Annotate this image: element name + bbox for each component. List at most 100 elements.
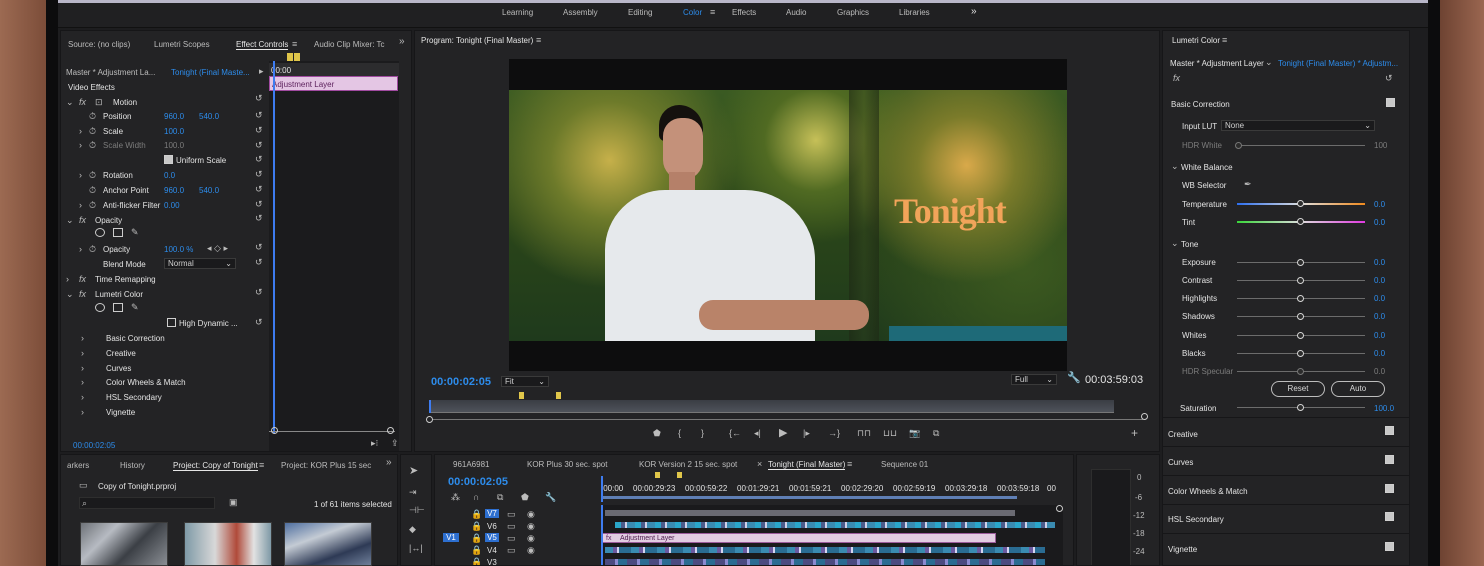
whites-value[interactable]: 0.0 — [1374, 331, 1385, 340]
work-area-bar[interactable] — [601, 496, 1017, 499]
ripple-edit-tool-icon[interactable]: ⊣⊢ — [409, 506, 425, 515]
sub-creative[interactable]: Creative — [106, 349, 136, 358]
track-v6[interactable]: V6 — [487, 522, 497, 531]
highlights-slider[interactable] — [1237, 295, 1365, 302]
go-to-out-icon[interactable]: →} — [828, 429, 840, 438]
workspace-tab-effects[interactable]: Effects — [732, 8, 756, 17]
source-patch-v1[interactable]: V1 — [443, 533, 459, 542]
lift-icon[interactable]: ⊓⊓ — [857, 429, 871, 438]
project-thumbnail[interactable] — [284, 522, 372, 566]
go-to-in-icon[interactable]: {← — [729, 429, 741, 438]
reset-button[interactable]: Reset — [1271, 381, 1325, 397]
mini-scrollbar[interactable] — [269, 431, 395, 432]
step-back-icon[interactable]: ◂| — [754, 429, 761, 438]
sub-curves[interactable]: Curves — [106, 364, 131, 373]
chevron-right-icon[interactable]: › — [66, 275, 69, 284]
nest-icon[interactable]: ⁂ — [451, 493, 460, 502]
menu-icon[interactable]: ≡ — [1222, 36, 1227, 45]
lock-icon[interactable]: 🔒 — [471, 510, 482, 519]
scroll-handle-left[interactable] — [426, 416, 433, 423]
close-icon[interactable]: × — [757, 460, 762, 469]
tab-project-kor[interactable]: Project: KOR Plus 15 sec — [281, 461, 371, 470]
slider-knob[interactable] — [1297, 313, 1304, 320]
slider-knob[interactable] — [1297, 368, 1304, 375]
chevron-right-icon[interactable]: › — [81, 378, 84, 387]
tab-tonight-final-master[interactable]: Tonight (Final Master) — [768, 460, 846, 470]
reset-icon[interactable]: ↺ — [255, 111, 263, 120]
position-x-value[interactable]: 960.0 — [164, 112, 184, 121]
chevron-right-icon[interactable]: › — [79, 201, 82, 210]
chevron-right-icon[interactable]: › — [79, 171, 82, 180]
reset-icon[interactable]: ↺ — [255, 288, 263, 297]
lock-icon[interactable]: 🔒 — [471, 534, 482, 543]
play-icon[interactable]: ▶ — [779, 428, 787, 439]
program-timecode[interactable]: 00:00:02:05 — [431, 376, 491, 388]
basic-correction-checkbox[interactable] — [1386, 98, 1395, 107]
workspace-tab-assembly[interactable]: Assembly — [563, 8, 598, 17]
reset-icon[interactable]: ↺ — [255, 141, 263, 150]
temperature-value[interactable]: 0.0 — [1374, 200, 1385, 209]
stopwatch-active-icon[interactable]: ⏱ — [89, 245, 96, 254]
scroll-handle-right[interactable] — [387, 427, 394, 434]
reset-icon[interactable]: ↺ — [255, 126, 263, 135]
toggle-sync-icon[interactable]: ▭ — [507, 534, 516, 543]
workspace-tab-editing[interactable]: Editing — [628, 8, 652, 17]
toggle-sync-icon[interactable]: ▭ — [507, 510, 516, 519]
stopwatch-icon[interactable]: ⏱ — [89, 186, 96, 195]
in-marker-icon[interactable] — [519, 392, 524, 399]
chevron-down-icon[interactable]: ⌄ — [66, 98, 74, 107]
chevron-down-icon[interactable]: ⌄ — [1171, 239, 1179, 248]
track-select-tool-icon[interactable]: ⇥ — [409, 488, 417, 497]
slider-knob[interactable] — [1297, 332, 1304, 339]
slider-knob[interactable] — [1297, 404, 1304, 411]
clip-v6[interactable] — [615, 522, 1055, 528]
pen-mask-icon[interactable]: ✎ — [131, 303, 139, 312]
anchor-y-value[interactable]: 540.0 — [199, 186, 219, 195]
white-balance-heading[interactable]: White Balance — [1181, 163, 1233, 172]
sub-vignette[interactable]: Vignette — [106, 408, 135, 417]
project-search-input[interactable]: ⌕ — [79, 497, 215, 509]
tab-source[interactable]: Source: (no clips) — [68, 40, 130, 49]
slider-knob[interactable] — [1297, 295, 1304, 302]
stopwatch-icon[interactable]: ⏱ — [89, 127, 96, 136]
blend-mode-dropdown[interactable]: Normal ⌄ — [164, 258, 236, 269]
section-creative[interactable]: Creative — [1163, 417, 1409, 445]
scroll-handle[interactable] — [1056, 505, 1063, 512]
chevron-right-icon[interactable]: › — [81, 334, 84, 343]
highlights-value[interactable]: 0.0 — [1374, 294, 1385, 303]
menu-icon[interactable]: ≡ — [710, 8, 715, 17]
ellipse-mask-icon[interactable] — [95, 303, 105, 312]
track-v4[interactable]: V4 — [487, 546, 497, 555]
exposure-slider[interactable] — [1237, 259, 1365, 266]
section-checkbox[interactable] — [1385, 426, 1394, 435]
chevron-right-icon[interactable]: › — [81, 393, 84, 402]
reset-icon[interactable]: ↺ — [255, 200, 263, 209]
chevron-down-icon[interactable]: ⌄ — [1265, 58, 1273, 67]
tab-kor-plus-30[interactable]: KOR Plus 30 sec. spot — [527, 460, 607, 469]
opacity-value[interactable]: 100.0 % — [164, 245, 193, 254]
contrast-slider[interactable] — [1237, 277, 1365, 284]
share-icon[interactable]: ⇪ — [391, 439, 399, 448]
reset-icon[interactable]: ↺ — [255, 170, 263, 179]
workspace-tab-libraries[interactable]: Libraries — [899, 8, 930, 17]
chevron-right-icon[interactable]: › — [79, 141, 82, 150]
rectangle-mask-icon[interactable] — [113, 303, 123, 312]
reset-icon[interactable]: ↺ — [1385, 74, 1393, 83]
clip-v7[interactable] — [605, 510, 1015, 516]
camera-icon[interactable]: 📷 — [909, 429, 920, 438]
menu-icon[interactable]: ≡ — [292, 40, 297, 49]
more-tabs-icon[interactable]: » — [386, 458, 392, 468]
toggle-sync-icon[interactable]: ▭ — [507, 522, 516, 531]
tab-kor-version-2[interactable]: KOR Version 2 15 sec. spot — [639, 460, 737, 469]
playhead[interactable] — [273, 61, 275, 433]
stopwatch-icon[interactable]: ⏱ — [89, 171, 96, 180]
basic-correction-heading[interactable]: Basic Correction — [1171, 100, 1230, 109]
sub-color-wheels[interactable]: Color Wheels & Match — [106, 378, 186, 387]
tab-audio-clip-mixer[interactable]: Audio Clip Mixer: Tc — [314, 40, 385, 49]
fx-icon[interactable]: fx — [79, 290, 86, 299]
slider-knob[interactable] — [1297, 218, 1304, 225]
chevron-down-icon[interactable]: ⌄ — [1171, 162, 1179, 171]
rotation-value[interactable]: 0.0 — [164, 171, 175, 180]
export-frame-icon[interactable]: ▸⁝ — [371, 439, 378, 448]
play-only-icon[interactable]: ▸ — [259, 67, 264, 76]
